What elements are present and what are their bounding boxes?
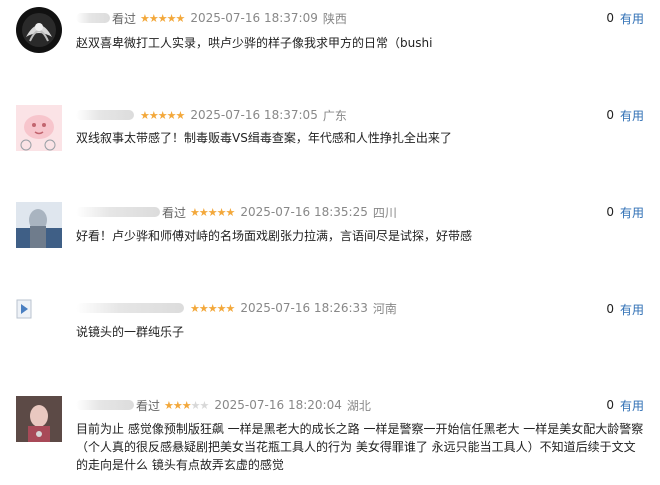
review-location: 陕西 [322, 11, 347, 26]
useful-count: 0 [606, 11, 614, 25]
star-icon: ★ [157, 11, 168, 25]
useful-button[interactable]: 有用 [620, 397, 644, 414]
useful-count: 0 [606, 302, 614, 316]
star-icon: ★ [148, 108, 159, 122]
star-icon: ★ [207, 301, 218, 315]
useful-button[interactable]: 有用 [620, 10, 644, 27]
viewed-label: 看过 [112, 11, 137, 26]
useful-vote: 0 有用 [606, 396, 644, 414]
rating-stars: ★★★★★ [140, 11, 186, 25]
avatar[interactable] [16, 7, 62, 53]
rating-stars: ★★★★★ [164, 398, 210, 412]
star-icon: ★ [225, 205, 236, 219]
star-empty-icon: ★ [190, 398, 201, 412]
star-icon: ★ [140, 108, 150, 122]
review-meta: ★★★★★ 2025-07-16 18:26:33 河南 [76, 299, 397, 317]
star-empty-icon: ★ [199, 398, 210, 412]
useful-count: 0 [606, 108, 614, 122]
useful-button[interactable]: 有用 [620, 301, 644, 318]
review-text: 赵双喜卑微打工人实录，哄卢少骅的样子像我求甲方的日常（bushi [76, 36, 433, 50]
useful-button[interactable]: 有用 [620, 204, 644, 221]
avatar[interactable] [16, 396, 62, 442]
avatar[interactable] [16, 202, 62, 248]
review-text: 说镜头的一群纯乐子 [76, 325, 185, 339]
review-text: 目前为止 感觉像预制版狂飙 一样是黑老大的成长之路 一样是警察一开始信任黑老大 … [76, 422, 644, 472]
username-blurred[interactable] [76, 400, 134, 410]
rating-stars: ★★★★★ [190, 205, 236, 219]
username-blurred[interactable] [76, 303, 184, 313]
review-meta: 看过 ★★★★★ 2025-07-16 18:35:25 四川 [76, 203, 397, 221]
star-icon: ★ [216, 301, 227, 315]
review-time: 2025-07-16 18:26:33 [240, 301, 368, 315]
review-time: 2025-07-16 18:20:04 [214, 398, 342, 412]
avatar[interactable] [16, 105, 62, 151]
viewed-label: 看过 [162, 205, 187, 220]
useful-count: 0 [606, 205, 614, 219]
star-icon: ★ [190, 301, 200, 315]
useful-vote: 0 有用 [606, 203, 644, 221]
useful-vote: 0 有用 [606, 300, 644, 318]
rating-stars: ★★★★★ [140, 108, 186, 122]
star-icon: ★ [172, 398, 183, 412]
avatar[interactable] [16, 298, 36, 322]
star-icon: ★ [207, 205, 218, 219]
star-icon: ★ [175, 108, 186, 122]
star-icon: ★ [166, 11, 177, 25]
useful-vote: 0 有用 [606, 9, 644, 27]
star-icon: ★ [181, 398, 192, 412]
useful-vote: 0 有用 [606, 106, 644, 124]
star-icon: ★ [166, 108, 177, 122]
star-icon: ★ [225, 301, 236, 315]
username-blurred[interactable] [76, 207, 160, 217]
star-icon: ★ [140, 11, 150, 25]
star-icon: ★ [216, 205, 227, 219]
useful-count: 0 [606, 398, 614, 412]
review-time: 2025-07-16 18:37:09 [190, 11, 318, 25]
rating-stars: ★★★★★ [190, 301, 236, 315]
star-icon: ★ [175, 11, 186, 25]
review-meta: 看过 ★★★★★ 2025-07-16 18:20:04 湖北 [76, 396, 371, 414]
review-location: 河南 [372, 301, 397, 316]
review-location: 湖北 [346, 398, 371, 413]
review-text: 双线叙事太带感了！制毒贩毒VS缉毒查案，年代感和人性挣扎全出来了 [76, 131, 452, 145]
username-blurred[interactable] [76, 110, 134, 120]
review-time: 2025-07-16 18:35:25 [240, 205, 368, 219]
star-icon: ★ [148, 11, 159, 25]
review-location: 广东 [322, 108, 347, 123]
review-location: 四川 [372, 205, 397, 220]
viewed-label: 看过 [136, 398, 161, 413]
review-meta: ★★★★★ 2025-07-16 18:37:05 广东 [76, 106, 347, 124]
username-blurred[interactable] [76, 13, 110, 23]
review-time: 2025-07-16 18:37:05 [190, 108, 318, 122]
star-icon: ★ [164, 398, 174, 412]
star-icon: ★ [157, 108, 168, 122]
useful-button[interactable]: 有用 [620, 107, 644, 124]
review-text: 好看！卢少骅和师傅对峙的名场面戏剧张力拉满，言语间尽是试探，好带感 [76, 229, 473, 243]
star-icon: ★ [190, 205, 200, 219]
star-icon: ★ [198, 301, 209, 315]
star-icon: ★ [198, 205, 209, 219]
review-meta: 看过 ★★★★★ 2025-07-16 18:37:09 陕西 [76, 9, 347, 27]
